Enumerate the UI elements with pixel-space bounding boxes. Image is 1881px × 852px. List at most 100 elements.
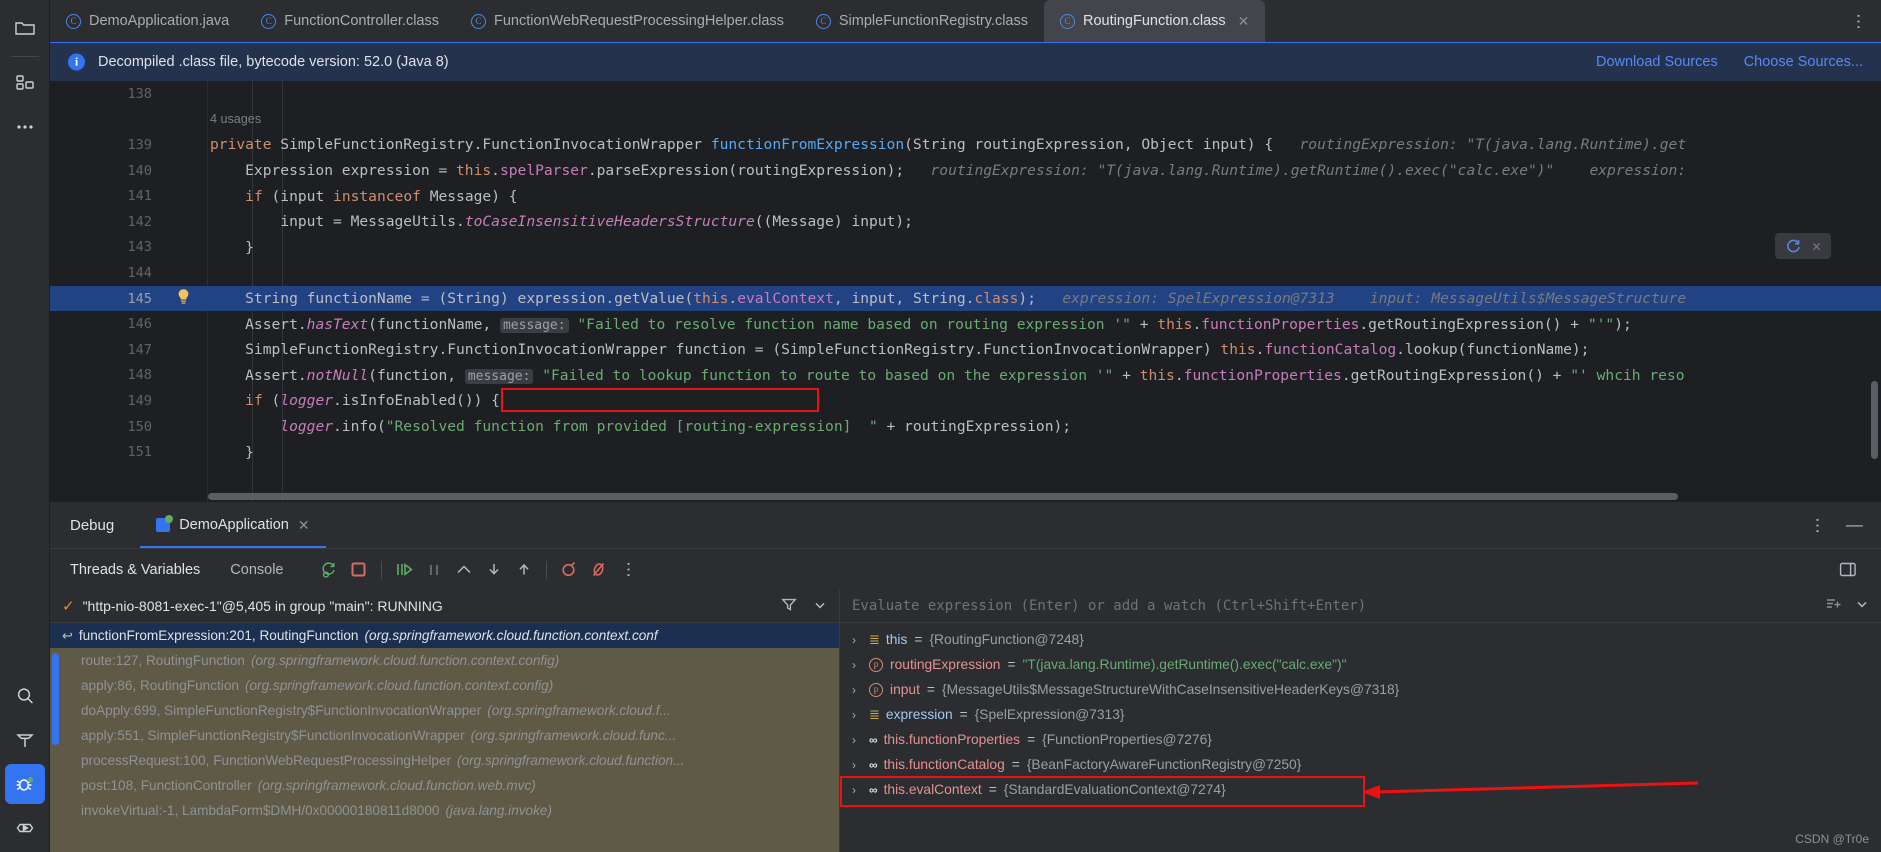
code-editor[interactable]: 138 4 usages 139 private SimpleFunctionRegi…	[50, 81, 1881, 502]
param-icon: p	[869, 682, 883, 697]
editor-tab-routingfunction[interactable]: C RoutingFunction.class ✕	[1044, 0, 1266, 42]
code-line[interactable]: 138	[50, 81, 1881, 107]
code-line[interactable]: 147 SimpleFunctionRegistry.FunctionInvoc…	[50, 337, 1881, 363]
download-sources-link[interactable]: Download Sources	[1596, 54, 1718, 70]
options-kebab-icon[interactable]: ⋯	[1808, 517, 1827, 534]
stack-frame-row[interactable]: apply:86, RoutingFunction (org.springfra…	[50, 673, 839, 698]
editor-tab-functioncontroller[interactable]: C FunctionController.class	[245, 0, 455, 42]
filter-icon[interactable]	[781, 597, 797, 615]
editor-tab-simplefunctionregistry[interactable]: C SimpleFunctionRegistry.class	[800, 0, 1044, 42]
debug-session-tab-demoapplication[interactable]: DemoApplication ✕	[140, 502, 326, 548]
code-line[interactable]: 142 input = MessageUtils.toCaseInsensiti…	[50, 209, 1881, 235]
close-icon[interactable]: ✕	[298, 517, 310, 534]
refresh-icon[interactable]	[1785, 238, 1802, 255]
add-watch-icon[interactable]	[1825, 596, 1841, 616]
variable-row[interactable]: › ≣ this = {RoutingFunction@7248}	[840, 627, 1881, 652]
run-icon[interactable]	[5, 808, 45, 848]
stop-icon[interactable]	[344, 555, 374, 585]
stack-frame-row[interactable]: processRequest:100, FunctionWebRequestPr…	[50, 748, 839, 773]
stack-frame-row[interactable]: route:127, RoutingFunction (org.springfr…	[50, 648, 839, 673]
chevron-right-icon[interactable]: ›	[852, 708, 862, 722]
chevron-right-icon[interactable]: ›	[852, 758, 862, 772]
inline-debug-hint: routingExpression: "T(java.lang.Runtime)…	[904, 162, 1687, 180]
code-line[interactable]: 145 String functionName = (String) expre…	[50, 285, 1881, 312]
usages-label[interactable]: 4 usages	[206, 112, 261, 126]
code-line[interactable]: 150 logger.info("Resolved function from …	[50, 414, 1881, 440]
step-into-icon[interactable]	[479, 555, 509, 585]
chevron-right-icon[interactable]: ›	[852, 658, 862, 672]
variable-row[interactable]: › ≣ expression = {SpelExpression@7313}	[840, 702, 1881, 727]
stack-frame-row[interactable]: ↩ functionFromExpression:201, RoutingFunc…	[50, 623, 839, 648]
more-options-icon[interactable]: ⋯	[614, 555, 644, 585]
chevron-right-icon[interactable]: ›	[852, 683, 862, 697]
tab-threads-and-variables[interactable]: Threads & Variables	[70, 562, 200, 578]
step-over-icon[interactable]	[449, 555, 479, 585]
debug-bug-icon[interactable]	[4, 764, 45, 804]
editor-horizontal-scrollbar[interactable]	[208, 493, 1678, 500]
editor-vertical-scrollbar[interactable]	[1871, 381, 1878, 459]
code-line[interactable]: 149 if (logger.isInfoEnabled()) {	[50, 388, 1881, 414]
tab-console[interactable]: Console	[230, 562, 283, 578]
project-folder-icon[interactable]	[5, 8, 45, 48]
chevron-right-icon[interactable]: ›	[852, 633, 862, 647]
chevron-down-icon[interactable]	[1855, 597, 1869, 616]
chevron-right-icon[interactable]: ›	[852, 733, 862, 747]
editor-tab-demoapplication[interactable]: C DemoApplication.java	[50, 0, 245, 42]
close-icon[interactable]: ✕	[1238, 13, 1250, 30]
editor-tab-label: DemoApplication.java	[89, 13, 230, 29]
code-token: .parseExpression(routingExpression);	[587, 162, 905, 180]
variable-row[interactable]: › p input = {MessageUtils$MessageStructureWi…	[840, 677, 1881, 702]
choose-sources-link[interactable]: Choose Sources...	[1744, 54, 1863, 70]
stack-frame-row[interactable]: doApply:699, SimpleFunctionRegistry$Func…	[50, 698, 839, 723]
code-line[interactable]: 148 Assert.notNull(function, message: "F…	[50, 363, 1881, 389]
chevron-right-icon[interactable]: ›	[852, 783, 862, 797]
close-icon[interactable]: ✕	[1812, 237, 1821, 255]
code-token: Assert.	[210, 366, 307, 384]
code-line[interactable]: 143 }	[50, 235, 1881, 261]
usages-hint-row[interactable]: 4 usages	[50, 107, 1881, 133]
stack-frame-row[interactable]: invokeVirtual:-1, LambdaForm$DMH/0x00000…	[50, 798, 839, 823]
chevron-down-icon[interactable]	[813, 598, 827, 615]
variable-row[interactable]: › p routingExpression = "T(java.lang.Runtime…	[840, 652, 1881, 677]
editor-tab-functionwebrequestprocessinghelper[interactable]: C FunctionWebRequestProcessingHelper.cla…	[455, 0, 800, 42]
stack-frame-row[interactable]: post:108, FunctionController (org.spring…	[50, 773, 839, 798]
line-number: 139	[127, 136, 152, 153]
layout-settings-icon[interactable]	[1833, 555, 1863, 585]
mute-breakpoints-icon[interactable]	[584, 555, 614, 585]
code-token: +	[1113, 366, 1140, 384]
pause-program-icon[interactable]	[419, 555, 449, 585]
stack-frame-row[interactable]: apply:551, SimpleFunctionRegistry$Functi…	[50, 723, 839, 748]
frames-scrollbar[interactable]	[52, 653, 59, 745]
stack-frame-method: processRequest:100, FunctionWebRequestPr…	[81, 753, 452, 768]
code-text: }	[206, 444, 1881, 461]
code-lines-container[interactable]: 138 4 usages 139 private SimpleFunctionRegi…	[50, 81, 1881, 502]
inline-refresh-widget[interactable]: ✕	[1775, 233, 1832, 259]
variable-name: this.functionProperties	[883, 732, 1021, 747]
build-hammer-icon[interactable]	[5, 720, 45, 760]
code-line[interactable]: 144	[50, 260, 1881, 286]
minimize-icon[interactable]: —	[1846, 515, 1863, 535]
code-line[interactable]: 141 if (input instanceof Message) {	[50, 183, 1881, 209]
thread-selector[interactable]: ✓ "http-nio-8081-exec-1"@5,405 in group …	[50, 590, 839, 623]
code-line[interactable]: 140 Expression expression = this.spelPar…	[50, 158, 1881, 184]
more-tool-windows-icon[interactable]	[5, 107, 45, 147]
variable-row[interactable]: › ∞ this.functionProperties = {FunctionPrope…	[840, 727, 1881, 752]
structure-icon[interactable]	[5, 63, 45, 103]
intention-bulb-icon[interactable]	[160, 288, 206, 309]
resume-program-icon[interactable]	[389, 555, 419, 585]
evaluate-expression-row[interactable]: Evaluate expression (Enter) or add a wat…	[840, 590, 1881, 623]
left-tool-rail	[0, 0, 50, 852]
variable-row[interactable]: › ∞ this.functionCatalog = {BeanFactoryAware…	[840, 752, 1881, 777]
rerun-icon[interactable]	[314, 555, 344, 585]
options-kebab-icon[interactable]: ⋯	[1849, 13, 1868, 30]
code-token: (String routingExpression, Object input)…	[904, 136, 1274, 154]
variables-list[interactable]: › ≣ this = {RoutingFunction@7248} › p routingEx…	[840, 623, 1881, 852]
variable-row[interactable]: › ∞ this.evalContext = {StandardEvaluationCo…	[840, 777, 1881, 802]
view-breakpoints-icon[interactable]	[554, 555, 584, 585]
search-icon[interactable]	[5, 676, 45, 716]
code-line[interactable]: 146 Assert.hasText(functionName, message…	[50, 311, 1881, 337]
step-out-icon[interactable]	[509, 555, 539, 585]
call-stack-list[interactable]: ↩ functionFromExpression:201, RoutingFunc…	[50, 623, 839, 852]
code-line[interactable]: 151 }	[50, 439, 1881, 465]
code-line[interactable]: 139 private SimpleFunctionRegistry.Functi…	[50, 132, 1881, 158]
